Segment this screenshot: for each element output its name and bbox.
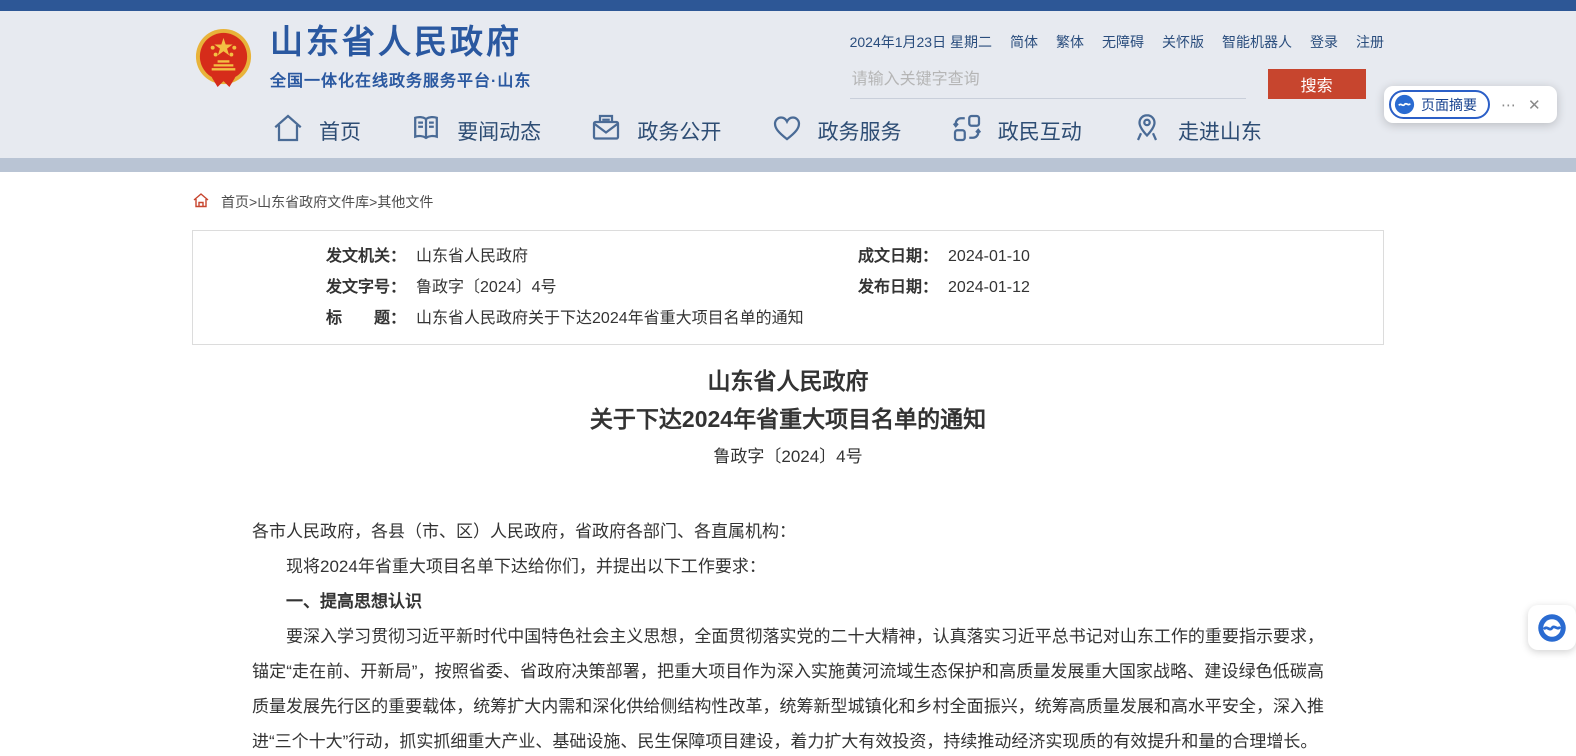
link-accessibility[interactable]: 无障碍 <box>1102 32 1144 52</box>
close-icon[interactable]: ✕ <box>1528 96 1541 114</box>
meta-label: 发布日期： <box>858 272 938 303</box>
site-title: 山东省人民政府 <box>270 24 531 60</box>
nav-item-interaction[interactable]: 政民互动 <box>949 110 1082 152</box>
envelope-icon <box>588 110 624 152</box>
search-button[interactable]: 搜索 <box>1268 69 1366 99</box>
link-simplified[interactable]: 简体 <box>1010 32 1038 52</box>
section-heading-1: 一、提高思想认识 <box>252 584 1324 619</box>
national-emblem-logo <box>192 26 255 89</box>
document-title: 山东省人民政府 关于下达2024年省重大项目名单的通知 <box>192 362 1384 438</box>
nav-item-services[interactable]: 政务服务 <box>769 110 902 152</box>
nav-label: 走进山东 <box>1178 116 1262 146</box>
breadcrumb-home-icon <box>192 192 210 212</box>
header-divider-strip <box>0 158 1576 172</box>
nav-label: 政务公开 <box>637 116 721 146</box>
meta-value: 山东省人民政府关于下达2024年省重大项目名单的通知 <box>416 303 804 334</box>
paragraph-section-1: 要深入学习贯彻习近平新时代中国特色社会主义思想，全面贯彻落实党的二十大精神，认真… <box>252 619 1324 756</box>
document-number: 鲁政字〔2024〕4号 <box>192 442 1384 467</box>
document-title-line2: 关于下达2024年省重大项目名单的通知 <box>192 400 1384 438</box>
meta-value: 山东省人民政府 <box>416 241 528 272</box>
map-pin-icon <box>1129 110 1165 152</box>
meta-value: 2024-01-12 <box>948 272 1030 303</box>
link-traditional[interactable]: 繁体 <box>1056 32 1084 52</box>
nav-item-news[interactable]: 要闻动态 <box>408 110 541 152</box>
breadcrumb-path: 首页>山东省政府文件库>其他文件 <box>221 192 433 212</box>
page-summary-popup: 页面摘要 ⋯ ✕ <box>1384 86 1557 123</box>
site-header: 山东省人民政府 全国一体化在线政务服务平台·山东 2024年1月23日 星期二 … <box>0 11 1576 158</box>
nav-label: 政民互动 <box>998 116 1082 146</box>
assistant-floating-button[interactable] <box>1528 605 1576 650</box>
nav-item-about-shandong[interactable]: 走进山东 <box>1129 110 1262 152</box>
meta-label: 发文机关： <box>326 241 406 272</box>
heart-icon <box>769 110 805 152</box>
paragraph-salutation: 各市人民政府，各县（市、区）人民政府，省政府各部门、各直属机构： <box>252 514 1324 549</box>
utility-links: 2024年1月23日 星期二 简体 繁体 无障碍 关怀版 智能机器人 登录 注册 <box>850 32 1384 52</box>
meta-label: 成文日期： <box>858 241 938 272</box>
meta-label: 发文字号： <box>326 272 406 303</box>
meta-doc-number: 发文字号： 鲁政字〔2024〕4号 <box>326 272 858 303</box>
link-smart-robot[interactable]: 智能机器人 <box>1222 32 1292 52</box>
site-subtitle: 全国一体化在线政务服务平台·山东 <box>270 67 531 91</box>
page-summary-label: 页面摘要 <box>1421 95 1477 115</box>
top-navy-strip <box>0 0 1576 11</box>
nav-label: 首页 <box>319 116 361 146</box>
search-input[interactable] <box>850 67 1246 99</box>
nav-label: 政务服务 <box>818 116 902 146</box>
book-icon <box>408 110 444 152</box>
meta-value: 2024-01-10 <box>948 241 1030 272</box>
page-summary-button[interactable]: 页面摘要 <box>1389 90 1490 119</box>
document-meta-box: 发文机关： 山东省人民政府 发文字号： 鲁政字〔2024〕4号 标 题： 山东省… <box>192 230 1384 345</box>
summary-logo-icon <box>1394 94 1415 115</box>
meta-title: 标 题： 山东省人民政府关于下达2024年省重大项目名单的通知 <box>326 303 858 334</box>
document-body: 各市人民政府，各县（市、区）人民政府，省政府各部门、各直属机构： 现将2024年… <box>252 514 1324 756</box>
meta-value: 鲁政字〔2024〕4号 <box>416 272 557 303</box>
more-options-icon[interactable]: ⋯ <box>1501 96 1517 114</box>
site-brand[interactable]: 山东省人民政府 全国一体化在线政务服务平台·山东 <box>192 24 531 91</box>
main-nav: 首页 要闻动态 <box>270 110 1262 152</box>
assistant-logo-icon <box>1537 613 1567 643</box>
link-register[interactable]: 注册 <box>1356 32 1384 52</box>
meta-issuing-authority: 发文机关： 山东省人民政府 <box>326 241 858 272</box>
document-title-line1: 山东省人民政府 <box>192 362 1384 400</box>
meta-label: 标 题： <box>326 303 406 334</box>
current-date: 2024年1月23日 星期二 <box>850 32 992 52</box>
meta-date-written: 成文日期： 2024-01-10 <box>858 241 1030 272</box>
nav-item-home[interactable]: 首页 <box>270 110 361 152</box>
link-care-version[interactable]: 关怀版 <box>1162 32 1204 52</box>
home-icon <box>270 110 306 152</box>
link-login[interactable]: 登录 <box>1310 32 1338 52</box>
page: 山东省人民政府 全国一体化在线政务服务平台·山东 2024年1月23日 星期二 … <box>0 0 1576 756</box>
breadcrumb[interactable]: 首页>山东省政府文件库>其他文件 <box>192 192 1384 212</box>
paragraph-intro: 现将2024年省重大项目名单下达给你们，并提出以下工作要求： <box>252 549 1324 584</box>
exchange-arrows-icon <box>949 110 985 152</box>
nav-item-disclosure[interactable]: 政务公开 <box>588 110 721 152</box>
nav-label: 要闻动态 <box>457 116 541 146</box>
meta-date-published: 发布日期： 2024-01-12 <box>858 272 1030 303</box>
